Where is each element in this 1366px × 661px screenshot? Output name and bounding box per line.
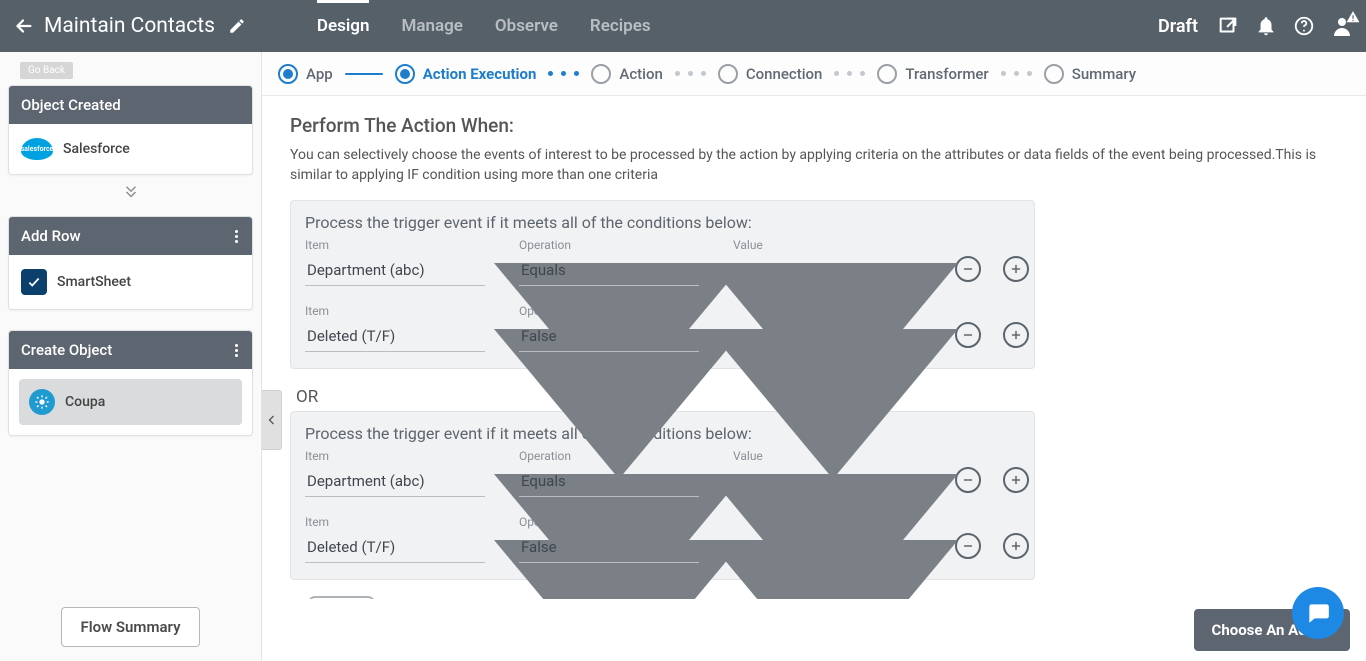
condition-row: Item Operation Value — [305, 238, 1020, 286]
condition-block-title: Process the trigger event if it meets al… — [305, 424, 1020, 443]
step-connection[interactable]: Connection — [718, 64, 823, 84]
item-label: Item — [305, 449, 485, 463]
help-icon[interactable] — [1292, 14, 1316, 38]
condition-row: Item Operation — [305, 304, 1020, 352]
condition-row: Item Operation Value — [305, 449, 1020, 497]
item-select[interactable] — [305, 321, 485, 352]
step-app[interactable]: App — [278, 64, 333, 84]
operation-label: Operation — [519, 304, 699, 318]
condition-row: Item Operation — [305, 515, 1020, 563]
item-select[interactable] — [305, 466, 485, 497]
step-transformer[interactable]: Transformer — [877, 64, 988, 84]
connector-chevron-icon — [8, 175, 253, 210]
status-label: Draft — [1158, 16, 1198, 37]
stepper: App Action Execution Action Connection T… — [262, 52, 1366, 96]
profile-icon[interactable] — [1330, 14, 1354, 38]
footer-bar: Choose An Action — [262, 599, 1366, 661]
chat-fab-button[interactable] — [1292, 587, 1344, 639]
tab-observe[interactable]: Observe — [495, 0, 558, 52]
or-separator: OR — [296, 387, 1338, 407]
remove-row-button[interactable] — [955, 467, 981, 493]
sidebar-app-salesforce[interactable]: salesforce Salesforce — [9, 124, 252, 174]
operation-select[interactable] — [519, 532, 699, 563]
topbar: Maintain Contacts Design Manage Observe … — [0, 0, 1366, 52]
item-label: Item — [305, 515, 485, 529]
edit-icon[interactable] — [227, 16, 247, 36]
step-dots-icon — [834, 71, 865, 76]
sidebar-collapse-handle[interactable] — [262, 390, 282, 450]
add-row-button[interactable] — [1003, 256, 1029, 282]
section-description: You can selectively choose the events of… — [290, 145, 1320, 186]
sidebar-app-coupa[interactable]: Coupa — [19, 379, 242, 425]
item-label: Item — [305, 304, 485, 318]
operation-select[interactable] — [519, 321, 699, 352]
tab-design[interactable]: Design — [317, 0, 370, 52]
value-input[interactable] — [733, 255, 913, 286]
section-title: Perform The Action When: — [290, 114, 1338, 137]
sidebar-section-create-object: Create Object Coupa — [8, 330, 253, 436]
step-label: Connection — [746, 65, 823, 83]
sidebar-app-smartsheet[interactable]: SmartSheet — [9, 255, 252, 309]
operation-select[interactable] — [519, 466, 699, 497]
back-arrow-icon[interactable] — [12, 15, 34, 37]
flow-summary-button[interactable]: Flow Summary — [61, 607, 199, 647]
operation-label: Operation — [519, 449, 699, 463]
tab-recipes[interactable]: Recipes — [590, 0, 651, 52]
value-label: Value — [733, 449, 913, 463]
add-row-button[interactable] — [1003, 467, 1029, 493]
tab-manage[interactable]: Manage — [401, 0, 462, 52]
step-action-execution[interactable]: Action Execution — [395, 64, 537, 84]
condition-block: Process the trigger event if it meets al… — [290, 200, 1035, 369]
value-label: Value — [733, 238, 913, 252]
section-menu-icon[interactable] — [233, 342, 240, 359]
step-dots-icon — [548, 71, 579, 76]
section-menu-icon[interactable] — [233, 228, 240, 245]
step-connector — [345, 73, 383, 75]
condition-block: Process the trigger event if it meets al… — [290, 411, 1035, 580]
value-input[interactable] — [733, 466, 913, 497]
sidebar-section-add-row: Add Row SmartSheet — [8, 216, 253, 310]
step-label: Transformer — [905, 65, 988, 83]
condition-block-title: Process the trigger event if it meets al… — [305, 213, 1020, 232]
step-label: Summary — [1072, 65, 1136, 83]
smartsheet-icon — [21, 269, 47, 295]
go-back-button[interactable]: Go Back — [20, 62, 73, 79]
sidebar-section-object-created: Object Created salesforce Salesforce — [8, 85, 253, 175]
sidebar-app-label: SmartSheet — [57, 274, 131, 290]
step-action[interactable]: Action — [591, 64, 662, 84]
sidebar-section-title: Object Created — [21, 96, 121, 114]
sidebar-section-title: Add Row — [21, 227, 81, 245]
step-label: App — [306, 65, 333, 83]
content: Perform The Action When: You can selecti… — [262, 96, 1366, 661]
sidebar: Go Back Object Created salesforce Salesf… — [0, 52, 262, 661]
add-row-button[interactable] — [1003, 322, 1029, 348]
remove-row-button[interactable] — [955, 322, 981, 348]
step-label: Action Execution — [423, 65, 537, 83]
sidebar-app-label: Salesforce — [63, 141, 130, 157]
step-label: Action — [619, 65, 662, 83]
item-select[interactable] — [305, 532, 485, 563]
salesforce-icon: salesforce — [21, 138, 53, 160]
coupa-icon — [29, 389, 55, 415]
add-row-button[interactable] — [1003, 533, 1029, 559]
item-select[interactable] — [305, 255, 485, 286]
remove-row-button[interactable] — [955, 533, 981, 559]
operation-select[interactable] — [519, 255, 699, 286]
item-label: Item — [305, 238, 485, 252]
operation-label: Operation — [519, 515, 699, 529]
step-summary[interactable]: Summary — [1044, 64, 1136, 84]
open-external-icon[interactable] — [1216, 14, 1240, 38]
step-dots-icon — [1001, 71, 1032, 76]
main: App Action Execution Action Connection T… — [262, 52, 1366, 661]
remove-row-button[interactable] — [955, 256, 981, 282]
bell-icon[interactable] — [1254, 14, 1278, 38]
sidebar-app-label: Coupa — [65, 394, 105, 410]
operation-label: Operation — [519, 238, 699, 252]
page-title: Maintain Contacts — [44, 14, 215, 38]
step-dots-icon — [675, 71, 706, 76]
sidebar-section-title: Create Object — [21, 341, 112, 359]
top-tabs: Design Manage Observe Recipes — [317, 0, 651, 52]
